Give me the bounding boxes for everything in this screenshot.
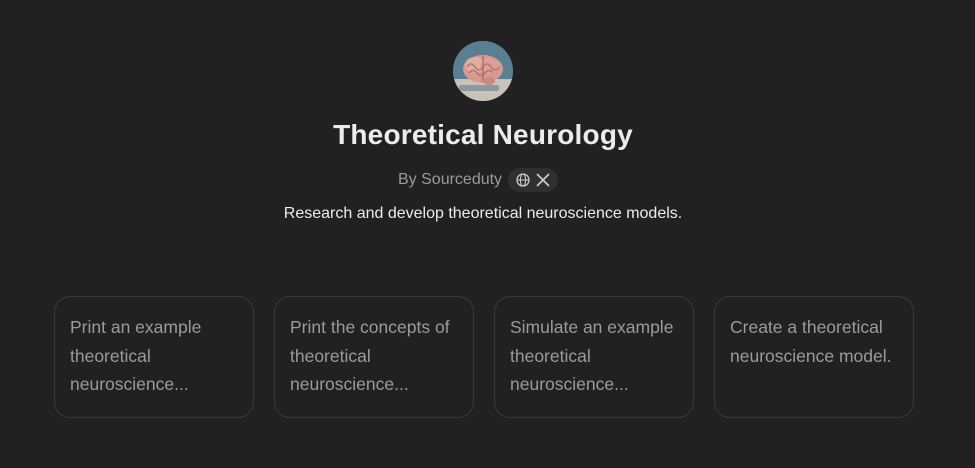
starter-card[interactable]: Create a theoretical neuroscience model. [714, 296, 914, 418]
gpt-home: Theoretical Neurology By Sourceduty Rese… [0, 0, 975, 468]
author-name: By Sourceduty [398, 171, 503, 188]
conversation-starters: Print an example theoretical neuroscienc… [54, 296, 914, 418]
globe-icon[interactable] [516, 173, 530, 187]
gpt-description: Research and develop theoretical neurosc… [283, 205, 683, 222]
starter-card[interactable]: Print the concepts of theoretical neuros… [274, 296, 474, 418]
starter-card[interactable]: Print an example theoretical neuroscienc… [54, 296, 254, 418]
byline: By Sourceduty [398, 168, 559, 192]
starter-card[interactable]: Simulate an example theoretical neurosci… [494, 296, 694, 418]
social-links [508, 168, 559, 192]
x-logo-icon[interactable] [536, 173, 550, 187]
gpt-title: Theoretical Neurology [333, 119, 633, 150]
gpt-avatar [453, 41, 513, 101]
brain-icon [453, 41, 513, 101]
